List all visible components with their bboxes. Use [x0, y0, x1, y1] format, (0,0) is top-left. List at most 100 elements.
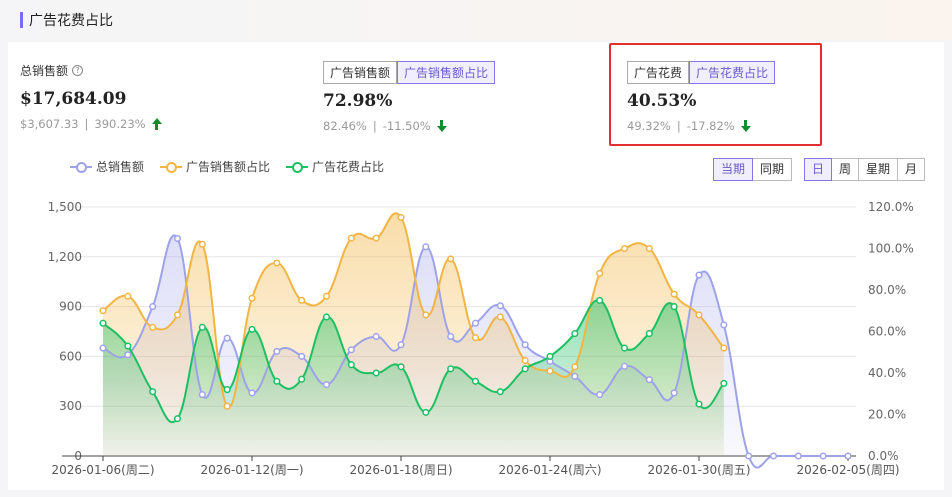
sales-point — [745, 452, 753, 460]
ad-spend-ratio-point — [99, 319, 107, 327]
y-left-tick-label: 900 — [59, 300, 82, 314]
sales-point — [521, 341, 529, 349]
x-tick-label: 2026-01-12(周一) — [200, 463, 303, 477]
ad-sales-ratio-point — [347, 234, 355, 242]
ad-spend-ratio-point — [596, 296, 604, 304]
sales-point — [620, 362, 629, 370]
y-right-tick-label: 40.0% — [868, 366, 906, 380]
sales-point — [248, 389, 256, 397]
ad-spend-ratio-point — [496, 388, 504, 396]
ad-spend-ratio-point — [447, 365, 455, 373]
sales-point — [397, 341, 405, 349]
ad-sales-ratio-point — [720, 344, 728, 352]
ad-sales-ratio-point — [645, 244, 653, 253]
sales-point — [223, 334, 231, 342]
sales-point — [596, 391, 604, 399]
ad-spend-ratio-point — [546, 352, 554, 360]
sales-point — [695, 271, 703, 279]
sales-point — [273, 347, 281, 355]
ad-spend-ratio-point — [645, 330, 653, 338]
y-left-tick-label: 1,200 — [48, 250, 82, 264]
ad-spend-ratio-point — [670, 303, 678, 311]
sales-point — [819, 452, 827, 460]
ad-spend-ratio-point — [223, 386, 231, 394]
ad-sales-ratio-point — [273, 259, 281, 267]
ad-sales-ratio-point — [322, 292, 331, 300]
combo-line-chart: 03006009001,2001,5000.0%20.0%40.0%60.0%8… — [48, 200, 914, 477]
ad-spend-ratio-point — [248, 325, 256, 333]
ad-spend-ratio-point — [273, 377, 281, 385]
ad-sales-ratio-point — [173, 311, 182, 319]
y-left-tick-label: 300 — [59, 399, 82, 413]
sales-point — [769, 452, 778, 460]
ad-spend-ratio-point — [124, 342, 132, 350]
ad-sales-ratio-point — [149, 323, 157, 331]
sales-point — [571, 372, 579, 380]
ad-spend-ratio-point — [372, 369, 380, 377]
ad-sales-ratio-point — [620, 244, 629, 253]
x-tick-label: 2026-01-06(周二) — [51, 463, 154, 477]
ad-spend-ratio-point — [422, 408, 430, 416]
ad-sales-ratio-point — [372, 234, 380, 242]
ad-spend-ratio-point — [173, 415, 182, 423]
ad-sales-ratio-point — [422, 311, 430, 319]
y-left-tick-label: 600 — [59, 349, 82, 363]
ad-spend-ratio-point — [471, 377, 480, 385]
ad-sales-ratio-point — [447, 255, 455, 263]
x-tick-label: 2026-02-05(周四) — [796, 463, 899, 477]
ad-sales-ratio-point — [521, 357, 529, 365]
sales-point — [198, 391, 206, 399]
ad-spend-ratio-point — [149, 388, 157, 396]
sales-point — [471, 319, 480, 327]
ad-sales-ratio-point — [397, 213, 405, 221]
sales-point — [844, 452, 852, 460]
ad-spend-ratio-point — [322, 313, 331, 321]
sales-point — [794, 452, 802, 460]
ad-spend-ratio-point — [397, 363, 405, 371]
y-right-tick-label: 100.0% — [868, 242, 914, 256]
y-right-tick-label: 80.0% — [868, 283, 906, 297]
ad-sales-ratio-point — [298, 296, 306, 304]
ad-sales-ratio-point — [99, 307, 107, 315]
sales-point — [496, 302, 504, 310]
x-tick-label: 2026-01-24(周六) — [498, 463, 601, 477]
sales-point — [99, 344, 107, 352]
ad-spend-ratio-point — [298, 375, 306, 383]
sales-point — [720, 321, 728, 329]
ad-sales-ratio-point — [546, 367, 554, 375]
ad-sales-ratio-point — [571, 363, 579, 371]
ad-spend-ratio-point — [198, 323, 206, 331]
ad-sales-ratio-point — [471, 334, 480, 342]
ad-sales-ratio-point — [248, 294, 256, 302]
ad-spend-ratio-point — [571, 330, 579, 338]
sales-point — [347, 346, 355, 354]
sales-point — [447, 332, 455, 341]
sales-point — [645, 376, 653, 384]
sales-point — [670, 389, 678, 397]
ad-sales-ratio-point — [223, 402, 231, 410]
sales-point — [422, 243, 430, 251]
ad-sales-ratio-point — [596, 269, 604, 277]
ad-spend-ratio-point — [521, 365, 529, 373]
sales-point — [173, 234, 182, 243]
sales-point — [149, 303, 157, 311]
ad-spend-ratio-point — [620, 344, 629, 352]
y-right-tick-label: 60.0% — [868, 325, 906, 339]
ad-sales-ratio-point — [670, 290, 678, 298]
ad-spend-ratio-point — [720, 379, 728, 387]
ad-spend-ratio-point — [695, 400, 703, 408]
y-left-tick-label: 1,500 — [48, 200, 82, 214]
ad-spend-ratio-point — [347, 361, 355, 369]
ad-sales-ratio-point — [124, 292, 132, 300]
x-tick-label: 2026-01-30(周五) — [647, 463, 750, 477]
sales-point — [124, 351, 132, 359]
ad-sales-ratio-point — [695, 311, 703, 319]
y-right-tick-label: 120.0% — [868, 200, 914, 214]
y-right-tick-label: 20.0% — [868, 408, 906, 422]
ad-sales-ratio-point — [198, 240, 206, 248]
ad-sales-ratio-point — [496, 313, 504, 321]
x-tick-label: 2026-01-18(周日) — [349, 463, 452, 477]
y-right-tick-label: 0.0% — [868, 449, 899, 463]
sales-point — [372, 332, 380, 341]
sales-point — [298, 352, 306, 360]
